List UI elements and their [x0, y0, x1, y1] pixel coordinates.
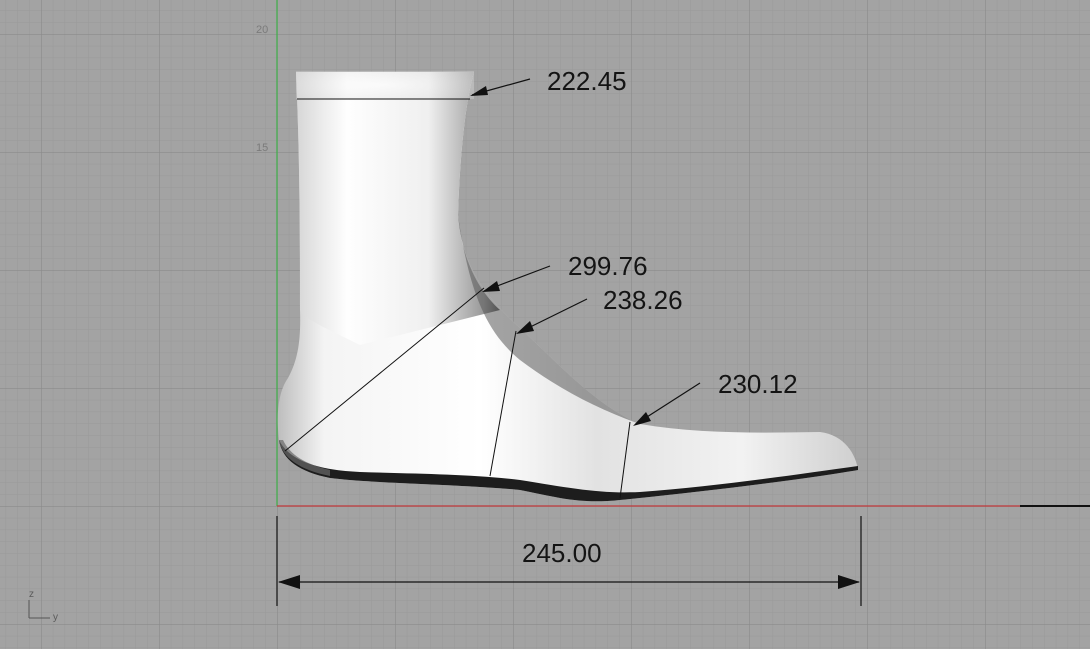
axis-widget-y-label: y	[53, 612, 58, 623]
tick-label-15: 15	[256, 142, 268, 154]
axis-widget-z-label: z	[29, 589, 34, 600]
dimension-label-length[interactable]: 245.00	[522, 538, 602, 568]
dimension-label-ankle[interactable]: 222.45	[547, 66, 627, 96]
dimension-label-heel-instep[interactable]: 299.76	[568, 251, 648, 281]
viewport-canvas[interactable]: 20 15 222.45 299.76 238.26 230.12 245.00…	[0, 0, 1090, 649]
viewport-3d[interactable]: 20 15 222.45 299.76 238.26 230.12 245.00…	[0, 0, 1090, 649]
dimension-label-ball[interactable]: 230.12	[718, 369, 798, 399]
ankle-top-cap	[296, 71, 474, 99]
tick-label-20: 20	[256, 24, 268, 36]
dimension-label-instep[interactable]: 238.26	[603, 285, 683, 315]
